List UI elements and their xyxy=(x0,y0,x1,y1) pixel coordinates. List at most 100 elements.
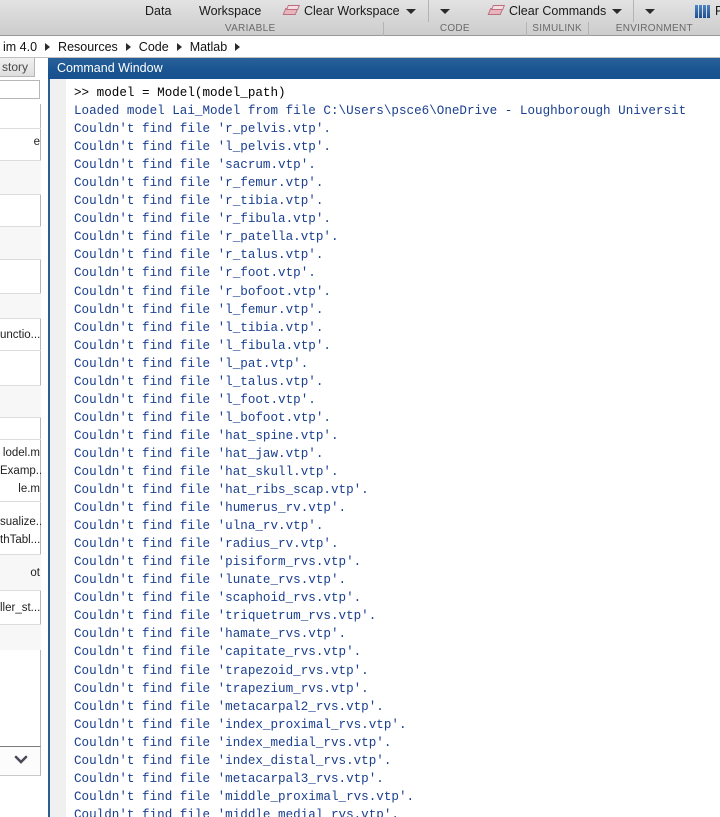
breadcrumb[interactable]: im 4.0 Resources Code Matlab xyxy=(0,36,720,58)
ribbon-toolbar: Data Workspace Clear Workspace Clear Comman… xyxy=(0,0,720,36)
ribbon-section-environment: ENVIRONMENT xyxy=(587,22,720,36)
list-separator xyxy=(0,439,41,440)
command-window-title: Command Window xyxy=(48,58,720,79)
list-separator xyxy=(0,624,41,625)
ribbon-section-variable: VARIABLE xyxy=(224,23,276,34)
toolbar-button-label: Clear Workspace xyxy=(304,4,400,18)
toolbar-button-dropdown-5[interactable] xyxy=(634,0,690,22)
chevron-down-icon[interactable] xyxy=(405,8,416,14)
console-line: Couldn't find file 'l_talus.vtp'. xyxy=(74,374,324,389)
console-line: Couldn't find file 'r_patella.vtp'. xyxy=(74,230,339,245)
list-separator xyxy=(0,160,41,161)
ribbon-button-row: Data Workspace Clear Workspace Clear Comman… xyxy=(0,0,720,22)
console-line: Couldn't find file 'metacarpal3_rvs.vtp'… xyxy=(74,771,384,786)
toolbar-button-data[interactable]: Data xyxy=(140,0,194,22)
breadcrumb-item[interactable]: Resources xyxy=(55,40,121,54)
console-line: Couldn't find file 'l_foot.vtp'. xyxy=(74,392,316,407)
chevron-down-icon[interactable] xyxy=(612,8,623,14)
list-separator xyxy=(0,318,41,319)
list-item[interactable]: ller_st... xyxy=(0,600,41,616)
console-line: Couldn't find file 'radius_rv.vtp'. xyxy=(74,537,339,552)
command-window-body[interactable]: >> model = Model(model_path) Loaded model… xyxy=(48,79,720,817)
list-separator xyxy=(0,259,41,260)
chevron-down-icon[interactable] xyxy=(645,8,655,14)
console-line: Couldn't find file 'r_bofoot.vtp'. xyxy=(74,284,331,299)
command-window-output[interactable]: >> model = Model(model_path) Loaded model… xyxy=(74,84,720,817)
list-separator xyxy=(0,226,41,227)
console-line: Couldn't find file 'hamate_rvs.vtp'. xyxy=(74,627,347,642)
console-line: Couldn't find file 'pisiform_rvs.vtp'. xyxy=(74,555,362,570)
sidebar-tab-history[interactable]: story xyxy=(0,58,35,77)
list-item[interactable]: lodel.m xyxy=(0,445,41,461)
breadcrumb-item[interactable]: im 4.0 xyxy=(0,40,40,54)
toolbar-button-clear-workspace[interactable]: Clear Workspace xyxy=(278,0,428,22)
ribbon-section-simulink: SIMULINK xyxy=(525,22,588,36)
console-line: Couldn't find file 'l_pelvis.vtp'. xyxy=(74,140,331,155)
console-line: Couldn't find file 'hat_spine.vtp'. xyxy=(74,428,339,443)
eraser-icon xyxy=(487,4,506,18)
toolbar-button-clear-commands[interactable]: Clear Commands xyxy=(483,0,633,22)
list-item[interactable]: sualize... xyxy=(0,514,41,530)
list-item[interactable]: le.m xyxy=(0,481,41,497)
command-window-gutter xyxy=(50,79,66,817)
console-line: Loaded model Lai_Model from file C:\User… xyxy=(74,104,687,119)
console-line: Couldn't find file 'l_femur.vtp'. xyxy=(74,302,324,317)
list-separator xyxy=(0,554,41,555)
list-item[interactable]: thTabl... xyxy=(0,532,41,548)
console-line: Couldn't find file 'index_medial_rvs.vtp… xyxy=(74,735,392,750)
ribbon-section-spacer xyxy=(0,22,117,36)
sidebar-file-list[interactable]: e unctio... lodel.m Examp... le.m sualize... t… xyxy=(0,104,41,754)
console-line: Couldn't find file 'l_bofoot.vtp'. xyxy=(74,410,331,425)
console-line: Couldn't find file 'r_femur.vtp'. xyxy=(74,176,324,191)
breadcrumb-arrow-icon[interactable] xyxy=(176,42,182,51)
console-line: Couldn't find file 'sacrum.vtp'. xyxy=(74,158,316,173)
console-line: Couldn't find file 'r_fibula.vtp'. xyxy=(74,212,331,227)
console-line: Couldn't find file 'l_tibia.vtp'. xyxy=(74,320,324,335)
console-line: Couldn't find file 'r_pelvis.vtp'. xyxy=(74,122,331,137)
toolbar-button-parallel[interactable]: Parallel xyxy=(690,0,720,22)
list-group-band xyxy=(0,624,41,650)
chevron-down-icon[interactable] xyxy=(440,8,450,14)
console-line: Couldn't find file 'l_pat.vtp'. xyxy=(74,356,309,371)
list-group-band xyxy=(0,160,41,194)
toolbar-button-workspace[interactable]: Workspace xyxy=(194,0,278,22)
console-line: Couldn't find file 'index_proximal_rvs.v… xyxy=(74,717,407,732)
console-line: Couldn't find file 'trapezoid_rvs.vtp'. xyxy=(74,663,369,678)
breadcrumb-arrow-icon[interactable] xyxy=(125,42,131,51)
left-side-panel: story e unctio... lodel.m Examp... le.m suali… xyxy=(0,58,43,817)
list-item[interactable]: e xyxy=(0,134,41,150)
ribbon-section-code: CODE xyxy=(383,22,525,36)
list-separator xyxy=(0,293,41,294)
toolbar-button-dropdown-3[interactable] xyxy=(429,0,483,22)
parallel-bars-icon xyxy=(695,4,710,18)
console-line: Couldn't find file 'scaphoid_rvs.vtp'. xyxy=(74,591,362,606)
toolbar-button-label: Parallel xyxy=(715,4,720,18)
breadcrumb-arrow-icon[interactable] xyxy=(45,42,51,51)
eraser-icon xyxy=(282,4,301,18)
list-separator xyxy=(0,350,41,351)
breadcrumb-item[interactable]: Matlab xyxy=(187,40,231,54)
chevron-down-icon[interactable] xyxy=(14,755,28,765)
console-line: Couldn't find file 'middle_proximal_rvs.… xyxy=(74,789,415,804)
ribbon-section-labels: VARIABLE CODE SIMULINK ENVIRONMENT xyxy=(0,22,720,36)
console-line: Couldn't find file 'hat_skull.vtp'. xyxy=(74,464,339,479)
list-separator xyxy=(0,194,41,195)
console-line: Couldn't find file 'lunate_rvs.vtp'. xyxy=(74,573,347,588)
command-window: Command Window >> model = Model(model_pa… xyxy=(48,58,720,817)
list-item[interactable]: unctio... xyxy=(0,327,41,343)
list-separator xyxy=(0,590,41,591)
breadcrumb-item[interactable]: Code xyxy=(136,40,172,54)
console-line: Couldn't find file 'hat_jaw.vtp'. xyxy=(74,446,324,461)
list-group-band xyxy=(0,226,41,259)
list-separator xyxy=(0,501,41,502)
list-group-band xyxy=(0,385,41,417)
breadcrumb-arrow-icon[interactable] xyxy=(235,42,241,51)
list-separator xyxy=(0,128,41,129)
console-line: Couldn't find file 'trapezium_rvs.vtp'. xyxy=(74,681,369,696)
list-item[interactable]: Examp... xyxy=(0,463,41,479)
console-line: Couldn't find file 'r_foot.vtp'. xyxy=(74,266,316,281)
console-line: Couldn't find file 'humerus_rv.vtp'. xyxy=(74,501,347,516)
list-item[interactable]: ot xyxy=(0,565,41,581)
console-line: Couldn't find file 'triquetrum_rvs.vtp'. xyxy=(74,609,377,624)
sidebar-search-input[interactable] xyxy=(0,80,40,99)
